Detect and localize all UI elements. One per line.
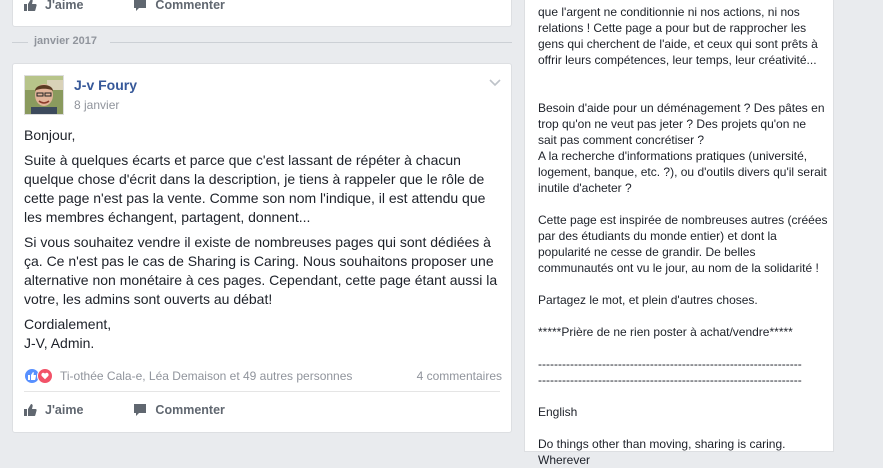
chevron-down-icon[interactable]: [489, 74, 501, 92]
description-line: English: [538, 405, 578, 419]
page-description-text: que l'argent ne conditionnie ni nos acti…: [538, 4, 828, 468]
description-line: [538, 68, 828, 84]
date-separator: janvier 2017: [12, 34, 512, 50]
page-description-panel: que l'argent ne conditionnie ni nos acti…: [524, 0, 834, 467]
description-line: [538, 308, 828, 324]
post-paragraph: Cordialement, J-V, Admin.: [24, 316, 112, 351]
news-feed: J'aime Commenter janvier 2017 J-v Foury …: [0, 0, 512, 440]
description-line: Besoin d'aide pour un déménagement ? Des…: [538, 101, 828, 147]
date-separator-label: janvier 2017: [34, 35, 97, 47]
love-reaction-icon: [37, 368, 53, 384]
post-card: J-v Foury 8 janvier Bonjour, Suite à que…: [12, 63, 512, 433]
description-line: Do things other than moving, sharing is …: [538, 437, 789, 467]
description-line: ----------------------------------------…: [538, 373, 802, 387]
reaction-names-link[interactable]: Ti-othée Cala-e, Léa Demaison et 49 autr…: [60, 369, 352, 383]
post-author[interactable]: J-v Foury: [74, 77, 137, 93]
description-line: ----------------------------------------…: [538, 357, 802, 371]
description-line: [538, 340, 828, 356]
description-line: Cette page est inspirée de nombreuses au…: [538, 213, 831, 275]
separator-line-right: [110, 42, 512, 43]
separator-line-left: [12, 42, 28, 43]
comment-icon: [133, 403, 147, 417]
description-line: Partagez le mot, et plein d'autres chose…: [538, 293, 758, 307]
description-line: [538, 420, 828, 436]
description-line: [538, 196, 828, 212]
thumbs-up-icon: [23, 0, 37, 12]
divider: [24, 391, 500, 392]
description-line: A la recherche d'informations pratiques …: [538, 149, 831, 195]
post-date[interactable]: 8 janvier: [74, 98, 119, 112]
like-label: J'aime: [45, 403, 84, 417]
avatar[interactable]: [24, 75, 64, 115]
like-button[interactable]: J'aime: [23, 403, 83, 417]
description-line: *****Prière de ne rien poster à achat/ve…: [538, 325, 793, 339]
description-line: que l'argent ne conditionnie ni nos acti…: [538, 5, 822, 67]
comment-button[interactable]: Commenter: [133, 403, 225, 417]
post-paragraph: Bonjour,: [24, 127, 76, 143]
reaction-icons[interactable]: [24, 368, 53, 384]
post-paragraph: Suite à quelques écarts et parce que c'e…: [24, 152, 486, 225]
previous-post-actions: J'aime Commenter: [13, 0, 265, 20]
post-actions: J'aime Commenter: [13, 395, 265, 425]
thumbs-up-icon: [23, 403, 37, 417]
description-line: [538, 388, 828, 404]
reactions-bar: Ti-othée Cala-e, Léa Demaison et 49 autr…: [24, 367, 502, 385]
comment-button[interactable]: Commenter: [133, 0, 225, 12]
like-label: J'aime: [45, 0, 84, 12]
post-paragraph: Si vous souhaitez vendre il existe de no…: [24, 234, 498, 307]
profile-photo-icon: [25, 76, 63, 114]
like-button[interactable]: J'aime: [23, 0, 83, 12]
comment-icon: [133, 0, 147, 12]
comments-count-link[interactable]: 4 commentaires: [417, 369, 502, 383]
previous-post-card: J'aime Commenter: [12, 0, 512, 27]
comment-label: Commenter: [155, 403, 225, 417]
comment-label: Commenter: [155, 0, 225, 12]
description-line: [538, 276, 828, 292]
description-line: [538, 84, 828, 100]
post-body: Bonjour, Suite à quelques écarts et parc…: [24, 126, 502, 359]
